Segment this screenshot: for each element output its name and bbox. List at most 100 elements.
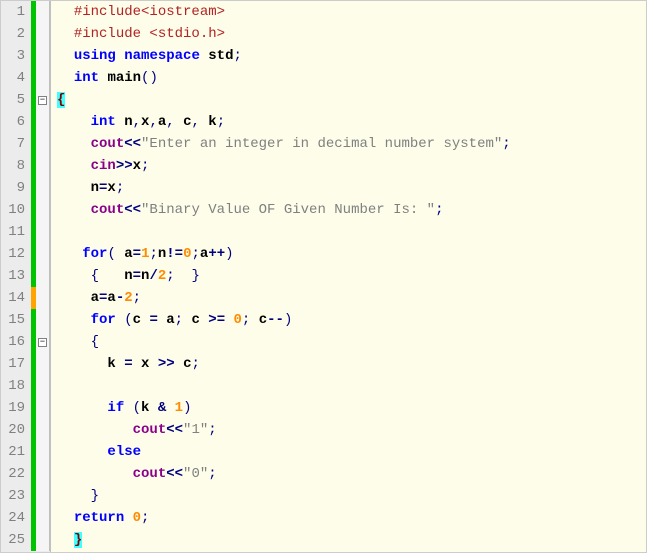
code-token: >> <box>158 356 175 372</box>
code-token: ; <box>435 202 443 218</box>
fold-toggle-icon[interactable]: − <box>38 96 47 105</box>
code-line[interactable]: } <box>51 529 646 551</box>
code-token: for <box>91 312 116 328</box>
code-line[interactable]: a=a-2; <box>51 287 646 309</box>
gutter-row: 8 <box>1 155 50 177</box>
line-number: 7 <box>1 133 31 155</box>
code-line[interactable]: for (c = a; c >= 0; c--) <box>51 309 646 331</box>
code-token <box>57 466 133 482</box>
gutter-row: 20 <box>1 419 50 441</box>
code-token: int <box>74 70 99 86</box>
code-line[interactable]: cout<<"0"; <box>51 463 646 485</box>
code-token: ) <box>183 400 191 416</box>
code-line[interactable]: k = x >> c; <box>51 353 646 375</box>
code-token: << <box>166 466 183 482</box>
code-token: cout <box>91 202 125 218</box>
code-line[interactable]: n=x; <box>51 177 646 199</box>
code-line[interactable]: { n=n/2; } <box>51 265 646 287</box>
line-number: 23 <box>1 485 31 507</box>
code-token <box>57 444 107 460</box>
code-token: cout <box>133 466 167 482</box>
code-token: if <box>107 400 124 416</box>
fold-column <box>36 133 50 155</box>
code-token: a <box>107 290 115 306</box>
code-line[interactable]: cout<<"Enter an integer in decimal numbe… <box>51 133 646 155</box>
gutter-row: 10 <box>1 199 50 221</box>
gutter: 12345−678910111213141516−171819202122232… <box>1 1 51 552</box>
code-token: "Binary Value OF Given Number Is: " <box>141 202 435 218</box>
code-token: ; <box>192 246 200 262</box>
code-token <box>57 356 107 372</box>
line-number: 15 <box>1 309 31 331</box>
code-token <box>116 356 124 372</box>
code-token <box>57 180 91 196</box>
gutter-row: 25 <box>1 529 50 551</box>
code-token: "0" <box>183 466 208 482</box>
code-token <box>149 400 157 416</box>
code-token: } <box>74 532 82 548</box>
code-line[interactable]: int main() <box>51 67 646 89</box>
code-line[interactable]: int n,x,a, c, k; <box>51 111 646 133</box>
code-token: = <box>133 268 141 284</box>
gutter-row: 18 <box>1 375 50 397</box>
code-line[interactable] <box>51 221 646 243</box>
code-token <box>57 334 91 350</box>
fold-column <box>36 221 50 243</box>
code-token: { <box>91 268 99 284</box>
code-token: x <box>133 158 141 174</box>
fold-column <box>36 287 50 309</box>
code-line[interactable]: #include <stdio.h> <box>51 23 646 45</box>
gutter-row: 19 <box>1 397 50 419</box>
code-token: main <box>107 70 141 86</box>
code-token: ; <box>141 510 149 526</box>
code-token: cout <box>91 136 125 152</box>
code-line[interactable]: return 0; <box>51 507 646 529</box>
line-number: 12 <box>1 243 31 265</box>
code-token <box>225 312 233 328</box>
code-token <box>57 532 74 548</box>
line-number: 18 <box>1 375 31 397</box>
code-token <box>57 158 91 174</box>
code-line[interactable]: cout<<"Binary Value OF Given Number Is: … <box>51 199 646 221</box>
line-number: 24 <box>1 507 31 529</box>
code-line[interactable]: } <box>51 485 646 507</box>
code-token: - <box>116 290 124 306</box>
code-line[interactable]: else <box>51 441 646 463</box>
code-line[interactable]: #include<iostream> <box>51 1 646 23</box>
code-token: n <box>124 268 132 284</box>
code-token <box>57 48 74 64</box>
code-token <box>158 312 166 328</box>
code-token: , <box>191 114 199 130</box>
code-token: using <box>74 48 116 64</box>
code-token: ; <box>502 136 510 152</box>
line-number: 13 <box>1 265 31 287</box>
code-area[interactable]: #include<iostream> #include <stdio.h> us… <box>51 1 646 552</box>
line-number: 6 <box>1 111 31 133</box>
code-line[interactable] <box>51 375 646 397</box>
code-token: else <box>107 444 141 460</box>
fold-column <box>36 199 50 221</box>
code-token: -- <box>267 312 284 328</box>
code-line[interactable]: if (k & 1) <box>51 397 646 419</box>
gutter-row: 12 <box>1 243 50 265</box>
code-token: 0 <box>133 510 141 526</box>
code-token <box>57 202 91 218</box>
code-token <box>57 400 107 416</box>
line-number: 9 <box>1 177 31 199</box>
code-line[interactable]: { <box>51 331 646 353</box>
code-token <box>124 510 132 526</box>
fold-toggle-icon[interactable]: − <box>38 338 47 347</box>
code-token: { <box>91 334 99 350</box>
code-token <box>116 48 124 64</box>
code-token: 1 <box>175 400 183 416</box>
line-number: 4 <box>1 67 31 89</box>
code-line[interactable]: for( a=1;n!=0;a++) <box>51 243 646 265</box>
code-token: return <box>74 510 124 526</box>
code-line[interactable]: cin>>x; <box>51 155 646 177</box>
code-line[interactable]: cout<<"1"; <box>51 419 646 441</box>
code-token: int <box>91 114 116 130</box>
fold-column <box>36 155 50 177</box>
code-line[interactable]: { <box>51 89 646 111</box>
fold-column <box>36 111 50 133</box>
code-line[interactable]: using namespace std; <box>51 45 646 67</box>
